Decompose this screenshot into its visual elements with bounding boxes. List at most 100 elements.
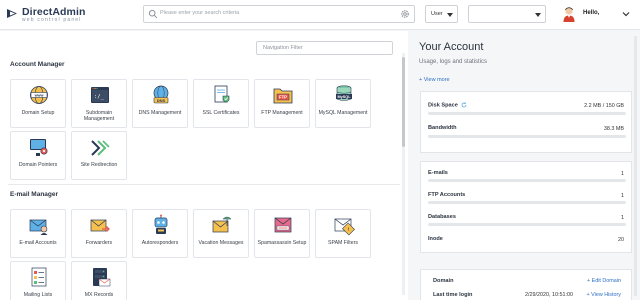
refresh-icon[interactable] — [461, 102, 467, 108]
logo-mark-icon — [7, 9, 17, 18]
tile-label: Subdomain Management — [83, 110, 115, 123]
dns-icon: DNS — [153, 85, 169, 104]
bandwidth-label: Bandwidth — [428, 125, 457, 131]
ftp-accounts-label: FTP Accounts — [428, 192, 466, 198]
panel-title: Your Account — [419, 41, 484, 53]
tile-dns-management[interactable]: DNS DNS Management — [132, 79, 188, 128]
inode-label: Inode — [428, 236, 443, 242]
vacation-envelope-icon — [212, 216, 232, 233]
navigation-filter-placeholder: Navigation Filter — [263, 45, 303, 51]
tile-label: Domain Setup — [21, 110, 55, 116]
svg-text:MySQL: MySQL — [337, 95, 351, 99]
emails-value: 1 — [621, 171, 624, 177]
main-content: Navigation Filter Account Manager www Do… — [0, 31, 408, 300]
forward-envelope-icon — [90, 219, 110, 232]
tile-mysql-management[interactable]: MySQL MySQL Management — [315, 79, 371, 128]
gear-icon[interactable] — [400, 9, 410, 19]
section-divider — [8, 184, 400, 185]
edit-domain-link[interactable]: + Edit Domain — [587, 278, 621, 284]
avatar[interactable] — [562, 6, 576, 22]
last-login-label: Last time login — [433, 292, 473, 298]
tile-domain-setup[interactable]: www Domain Setup — [10, 79, 66, 128]
panel-subtitle: Usage, logs and statistics — [419, 59, 488, 65]
tile-label: E-mail Accounts — [19, 240, 57, 246]
tile-vacation-messages[interactable]: Vacation Messages — [193, 209, 249, 258]
databases-bar — [428, 223, 626, 226]
tile-spamassassin-setup[interactable]: Spamassassin Setup — [254, 209, 310, 258]
domain-pointer-icon — [30, 139, 48, 156]
top-header: DirectAdmin web control panel Please ent… — [0, 0, 640, 30]
user-level-value: User — [431, 11, 443, 17]
tile-label: Vacation Messages — [198, 240, 244, 246]
search-placeholder: Please enter your search criteria — [160, 10, 240, 16]
section-title-email-manager: E-mail Manager — [10, 191, 59, 198]
usage-card: Disk Space 2.2 MB / 150 GB Bandwidth 38.… — [420, 91, 632, 153]
www-globe-icon: www — [30, 86, 48, 104]
counts-card: E-mails 1 FTP Accounts 1 Databases 1 Ino… — [420, 161, 632, 253]
user-level-select[interactable]: User — [425, 5, 458, 23]
tile-label: Site Redirection — [80, 162, 118, 168]
tile-label: MX Records — [84, 292, 114, 298]
disk-space-label: Disk Space — [428, 102, 467, 108]
tile-label: MySQL Management — [318, 110, 368, 116]
chevron-down-icon — [535, 13, 541, 17]
view-more-link[interactable]: + View more — [419, 77, 450, 83]
emails-bar — [428, 179, 626, 182]
search-icon — [148, 9, 158, 19]
ssl-certificate-icon — [214, 85, 230, 103]
bandwidth-value: 38.3 MB — [603, 126, 624, 132]
logo-subtitle: web control panel — [22, 17, 82, 23]
tile-label: Domain Pointers — [18, 162, 58, 168]
ftp-accounts-bar — [428, 201, 626, 204]
your-account-panel: Your Account Usage, logs and statistics … — [410, 31, 640, 300]
tile-mailing-lists[interactable]: Mailing Lists — [10, 261, 66, 300]
tile-domain-pointers[interactable]: Domain Pointers — [10, 131, 66, 180]
disk-space-value: 2.2 MB / 150 GB — [584, 103, 624, 109]
tile-label: Mailing Lists — [23, 292, 53, 298]
robot-icon — [154, 214, 168, 234]
domain-select[interactable] — [468, 5, 546, 23]
tile-spam-filters[interactable]: ! SPAM Filters — [315, 209, 371, 258]
tile-email-accounts[interactable]: E-mail Accounts — [10, 209, 66, 258]
scrollbar-thumb[interactable] — [402, 57, 405, 147]
last-login-value: 2/29/2020, 10:51:00 — [525, 292, 573, 298]
tile-ssl-certificates[interactable]: SSL Certificates — [193, 79, 249, 128]
mailing-list-icon — [31, 267, 47, 287]
tile-subdomain-management[interactable]: :/_ Subdomain Management — [71, 79, 127, 128]
section-title-account-manager: Account Manager — [10, 61, 65, 68]
chevron-down-icon — [447, 13, 453, 17]
tile-forwarders[interactable]: Forwarders — [71, 209, 127, 258]
view-history-link[interactable]: + View History — [586, 292, 621, 298]
navigation-filter-input[interactable]: Navigation Filter — [256, 41, 393, 55]
tile-label: Forwarders — [85, 240, 113, 246]
tile-label: FTP Management — [261, 110, 303, 116]
mysql-database-icon: MySQL — [336, 85, 352, 101]
tile-site-redirection[interactable]: Site Redirection — [71, 131, 127, 180]
tile-label: DNS Management — [138, 110, 182, 116]
svg-text:FTP: FTP — [279, 95, 287, 100]
tile-label: SPAM Filters — [328, 240, 358, 246]
tile-label: Spamassassin Setup — [257, 240, 307, 246]
tile-label: Autoresponders — [141, 240, 179, 246]
disk-space-label-text: Disk Space — [428, 102, 458, 109]
domain-info-card: Domain + Edit Domain Last time login 2/2… — [420, 269, 632, 300]
disk-space-bar — [428, 112, 626, 115]
emails-label: E-mails — [428, 170, 448, 176]
page-scrollbar[interactable] — [634, 36, 637, 296]
ftp-accounts-value: 1 — [621, 193, 624, 199]
ftp-folder-icon: FTP — [273, 88, 293, 104]
logo[interactable]: DirectAdmin web control panel — [6, 5, 86, 25]
chevron-down-icon[interactable] — [622, 10, 630, 18]
tile-mx-records[interactable]: MX Records — [71, 261, 127, 300]
redirect-arrows-icon — [91, 140, 110, 156]
search-input[interactable]: Please enter your search criteria — [143, 5, 415, 23]
mx-records-icon — [93, 268, 111, 287]
tile-autoresponders[interactable]: Autoresponders — [132, 209, 188, 258]
tile-ftp-management[interactable]: FTP FTP Management — [254, 79, 310, 128]
domain-label: Domain — [433, 278, 454, 284]
svg-text:DNS: DNS — [157, 98, 166, 103]
greeting-text: Hello, — [583, 10, 600, 16]
terminal-icon: :/_ — [91, 87, 109, 103]
databases-value: 1 — [621, 215, 624, 221]
inode-value: 20 — [618, 237, 624, 243]
